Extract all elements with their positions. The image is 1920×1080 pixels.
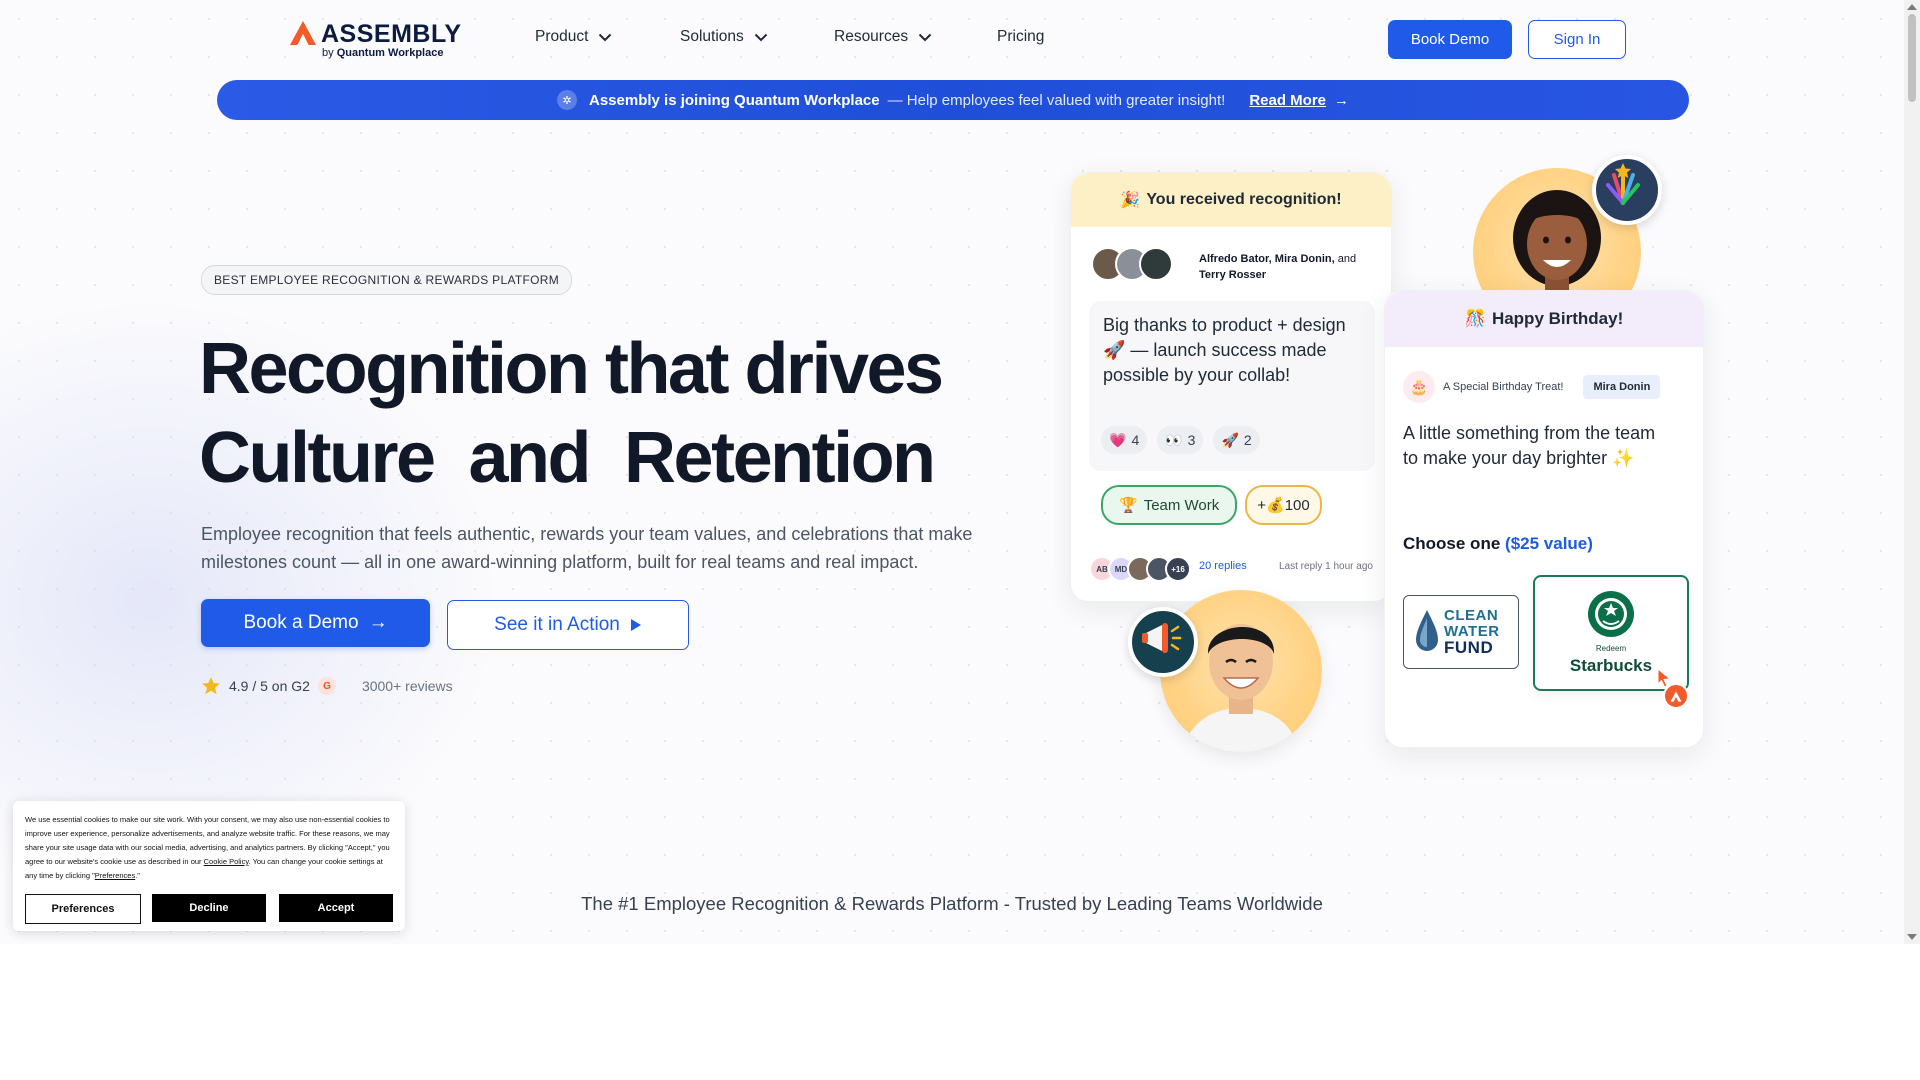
- reaction-rocket[interactable]: 🚀 2: [1213, 426, 1260, 454]
- arrow-right-icon: →: [1334, 91, 1349, 109]
- arrow-right-icon: →: [368, 612, 388, 633]
- g2-rating: 4.9 / 5 on G2 G 3000+ reviews: [201, 676, 453, 696]
- assembly-logo-icon: [290, 21, 316, 45]
- redeem-label: Redeem: [1595, 644, 1627, 653]
- page-viewport: ASSEMBLY by Quantum Workplace Product So…: [0, 0, 1904, 944]
- recognition-tags: 🏆 Team Work +💰100: [1101, 485, 1322, 525]
- announcement-banner: ✲ Assembly is joining Quantum Workplace …: [217, 80, 1689, 120]
- avatar-more: +16: [1165, 556, 1191, 582]
- sign-in-button[interactable]: Sign In: [1528, 20, 1626, 59]
- cookie-policy-link[interactable]: Cookie Policy: [204, 857, 249, 866]
- hero-title-line-2: Culture and Retention: [199, 417, 936, 499]
- recognizer-avatars: [1091, 247, 1173, 281]
- cookie-consent-text: We use essential cookies to make our sit…: [25, 815, 390, 880]
- reply-avatars: AB MD +16: [1089, 556, 1191, 582]
- hero-word-culture: Culture: [199, 418, 436, 498]
- cake-icon: 🎂: [1403, 371, 1435, 403]
- starbucks-logo-icon: [1588, 591, 1634, 637]
- reaction-heart[interactable]: 💗 4: [1101, 426, 1148, 454]
- chevron-down-icon: [918, 33, 932, 41]
- scroll-down-arrow-icon[interactable]: [1907, 934, 1917, 940]
- hero-badge: BEST EMPLOYEE RECOGNITION & REWARDS PLAT…: [201, 265, 573, 295]
- play-icon: [630, 619, 641, 631]
- banner-text: — Help employees feel valued with greate…: [887, 91, 1226, 109]
- choose-reward-label: Choose one ($25 value): [1403, 534, 1593, 553]
- cookie-consent-banner: We use essential cookies to make our sit…: [13, 801, 405, 931]
- logo-wordmark: ASSEMBLY: [321, 20, 462, 48]
- chevron-down-icon: [599, 33, 612, 41]
- cookie-accept-button[interactable]: Accept: [279, 894, 393, 922]
- clean-water-fund-logo: CLEAN WATER FUND: [1444, 607, 1500, 657]
- confetti-icon: 🎊: [1464, 309, 1486, 328]
- sender-chip: Mira Donin: [1583, 375, 1661, 399]
- book-a-demo-label: Book a Demo: [243, 612, 359, 633]
- megaphone-icon: [1128, 607, 1198, 677]
- nav-solutions-label: Solutions: [680, 28, 744, 45]
- heart-icon: 💗: [1109, 431, 1127, 448]
- logo-subtitle: by Quantum Workplace: [322, 47, 444, 59]
- reaction-list: 💗 4 👀 3 🚀 2: [1101, 426, 1260, 454]
- hero-title-line-1: Recognition that drives: [199, 329, 944, 409]
- points-tag: +💰100: [1245, 485, 1322, 525]
- site-header: ASSEMBLY by Quantum Workplace Product So…: [0, 0, 1904, 78]
- book-demo-button[interactable]: Book Demo: [1388, 20, 1512, 59]
- eyes-icon: 👀: [1165, 431, 1183, 448]
- nav-solutions[interactable]: Solutions: [680, 28, 768, 46]
- sparkle-icon: ✲: [557, 90, 577, 110]
- see-it-in-action-label: See it in Action: [494, 614, 620, 635]
- hero-word-and: and: [468, 418, 592, 498]
- nav-resources-label: Resources: [834, 28, 909, 45]
- replies-link[interactable]: 20 replies: [1199, 560, 1247, 572]
- preferences-link[interactable]: Preferences: [95, 871, 135, 880]
- book-a-demo-button[interactable]: Book a Demo →: [201, 599, 430, 647]
- blank-area-below-viewport: [0, 944, 1920, 1080]
- nav-resources[interactable]: Resources: [834, 28, 932, 46]
- recognition-message: Big thanks to product + design 🚀 — launc…: [1103, 315, 1346, 385]
- read-more-link[interactable]: Read More: [1249, 92, 1326, 109]
- celebration-badge-icon: [1592, 155, 1662, 225]
- reviews-count: 3000+ reviews: [361, 678, 453, 694]
- birthday-card-header: 🎊 Happy Birthday!: [1385, 291, 1703, 347]
- recognizer-names: Alfredo Bator, Mira Donin, and Terry Ros…: [1199, 253, 1357, 281]
- nav-pricing[interactable]: Pricing: [997, 28, 1044, 46]
- scroll-thumb[interactable]: [1908, 14, 1916, 102]
- assembly-mini-logo-icon: [1663, 683, 1689, 709]
- hero-word-retention: Retention: [624, 418, 936, 498]
- banner-headline: Assembly is joining Quantum Workplace: [589, 91, 880, 109]
- nav-pricing-label: Pricing: [997, 28, 1045, 45]
- recognition-card-title: You received recognition!: [1146, 191, 1342, 208]
- water-drop-icon: [1416, 610, 1438, 651]
- birthday-card-title: Happy Birthday!: [1491, 309, 1624, 328]
- see-it-in-action-button[interactable]: See it in Action: [447, 600, 689, 650]
- cookie-decline-button[interactable]: Decline: [152, 894, 266, 922]
- assembly-logo[interactable]: ASSEMBLY by Quantum Workplace: [289, 20, 461, 60]
- nav-product[interactable]: Product: [535, 28, 612, 46]
- value-tag-team-work: 🏆 Team Work: [1101, 485, 1238, 525]
- cookie-preferences-button[interactable]: Preferences: [25, 894, 141, 924]
- g2-logo-icon: G: [317, 677, 336, 695]
- party-popper-icon: 🎉: [1120, 192, 1141, 209]
- reward-option-clean-water-fund[interactable]: CLEAN WATER FUND: [1403, 595, 1519, 669]
- rocket-icon: 🚀: [1221, 431, 1239, 448]
- page-scrollbar[interactable]: [1904, 0, 1920, 944]
- avatar: [1139, 247, 1173, 281]
- scroll-up-arrow-icon[interactable]: [1907, 4, 1917, 10]
- birthday-treat-row: 🎂 A Special Birthday Treat! Mira Donin: [1403, 371, 1661, 403]
- hero-subtitle: Employee recognition that feels authenti…: [201, 524, 973, 572]
- last-reply-time: Last reply 1 hour ago: [1279, 561, 1373, 572]
- reaction-eyes[interactable]: 👀 3: [1157, 426, 1204, 454]
- birthday-message: A little something from the team to make…: [1403, 423, 1656, 468]
- recognition-card: 🎉 You received recognition! Alfredo Bato…: [1070, 172, 1392, 602]
- recognition-card-header: 🎉 You received recognition!: [1071, 173, 1391, 227]
- recognition-message-box: Big thanks to product + design 🚀 — launc…: [1089, 301, 1375, 471]
- rating-text: 4.9 / 5 on G2: [229, 678, 310, 694]
- chevron-down-icon: [754, 33, 767, 41]
- trophy-icon: 🏆: [1119, 497, 1138, 514]
- treat-label: A Special Birthday Treat!: [1443, 381, 1564, 393]
- star-icon: [202, 677, 220, 695]
- nav-product-label: Product: [535, 28, 589, 45]
